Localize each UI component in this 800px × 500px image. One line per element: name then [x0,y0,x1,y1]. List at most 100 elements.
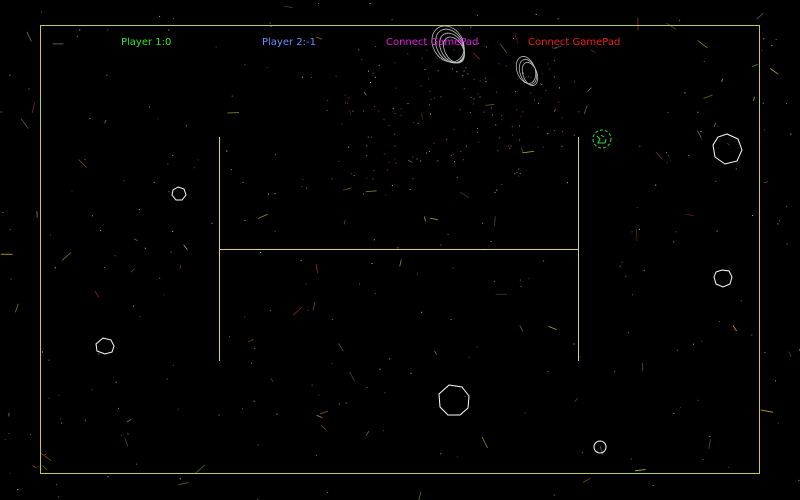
star [266,67,268,69]
bullet-icon [726,142,730,146]
star [518,175,520,177]
star [379,368,381,370]
star [378,64,380,66]
star [413,122,415,123]
star [307,310,309,312]
star [621,261,623,263]
bullet-icon [316,414,323,418]
bullet-icon [133,238,138,242]
star [518,168,520,170]
player-4-connect-prompt: Connect GamePad [528,37,621,48]
bullet-icon [753,96,755,101]
star [274,230,276,232]
star [48,397,50,399]
bullet-icon [32,465,37,469]
bullet-icon [788,351,792,357]
bullet-icon [522,151,534,154]
star [388,161,390,163]
bullet-icon [399,259,402,267]
star [229,336,230,338]
star [516,108,518,110]
star [496,189,498,191]
star [798,479,800,481]
bullet-icon [713,122,717,127]
star [193,167,195,169]
star [538,102,540,104]
asteroid-icon [171,186,187,201]
bullet-icon [481,436,488,449]
star [388,125,390,126]
star [348,97,350,99]
star [366,387,368,388]
star [251,362,252,364]
star [350,173,352,175]
star [655,184,657,186]
asteroid-icon [95,337,115,355]
star [331,178,333,180]
star [54,267,56,269]
star [58,496,60,498]
star [172,18,174,19]
star [715,180,717,182]
star [496,91,497,93]
star [465,145,467,147]
star [652,485,654,486]
star [553,494,555,496]
star [338,403,340,405]
star [107,476,109,478]
bullet-icon [485,104,495,106]
bullet-icon [338,343,344,352]
bullet-icon [94,290,99,298]
player-ship-icon [592,129,612,149]
player-2-score: Player 2:-1 [262,37,316,48]
bullet-icon [20,118,29,129]
star [513,37,514,39]
star [679,19,681,21]
star [318,394,320,396]
star [428,104,430,106]
star [456,177,458,178]
bullet-icon [61,252,72,261]
star [702,458,704,460]
star [515,91,516,93]
star [276,413,278,415]
star [257,444,259,446]
star [425,152,427,154]
star [523,72,524,74]
star [268,193,269,195]
star [306,187,308,189]
bullet-icon [363,91,367,96]
star [518,125,520,127]
bullet-icon [760,409,773,413]
star [417,123,419,125]
star [30,433,31,435]
game-viewport[interactable]: Player 1:0 Player 2:-1 Connect GamePad C… [0,0,800,500]
star [305,283,307,285]
star [367,136,369,138]
star [479,96,481,98]
star [168,191,170,193]
star [56,484,58,486]
bullet-icon [574,398,578,402]
star [485,81,487,83]
bullet-icon [312,302,316,311]
star [697,399,699,401]
bullet-icon [514,33,519,44]
star [440,453,442,455]
star [451,155,453,156]
star [353,175,355,177]
star [358,49,360,51]
star [555,109,557,111]
star [484,45,486,47]
star [231,95,233,97]
asteroid-trail-icon [515,56,539,86]
star [392,108,394,110]
star [495,124,497,126]
star [468,356,470,358]
star [159,277,161,279]
star [665,152,667,154]
star [244,220,246,222]
star [684,92,686,94]
bullet-icon [519,325,524,332]
star [302,179,304,181]
